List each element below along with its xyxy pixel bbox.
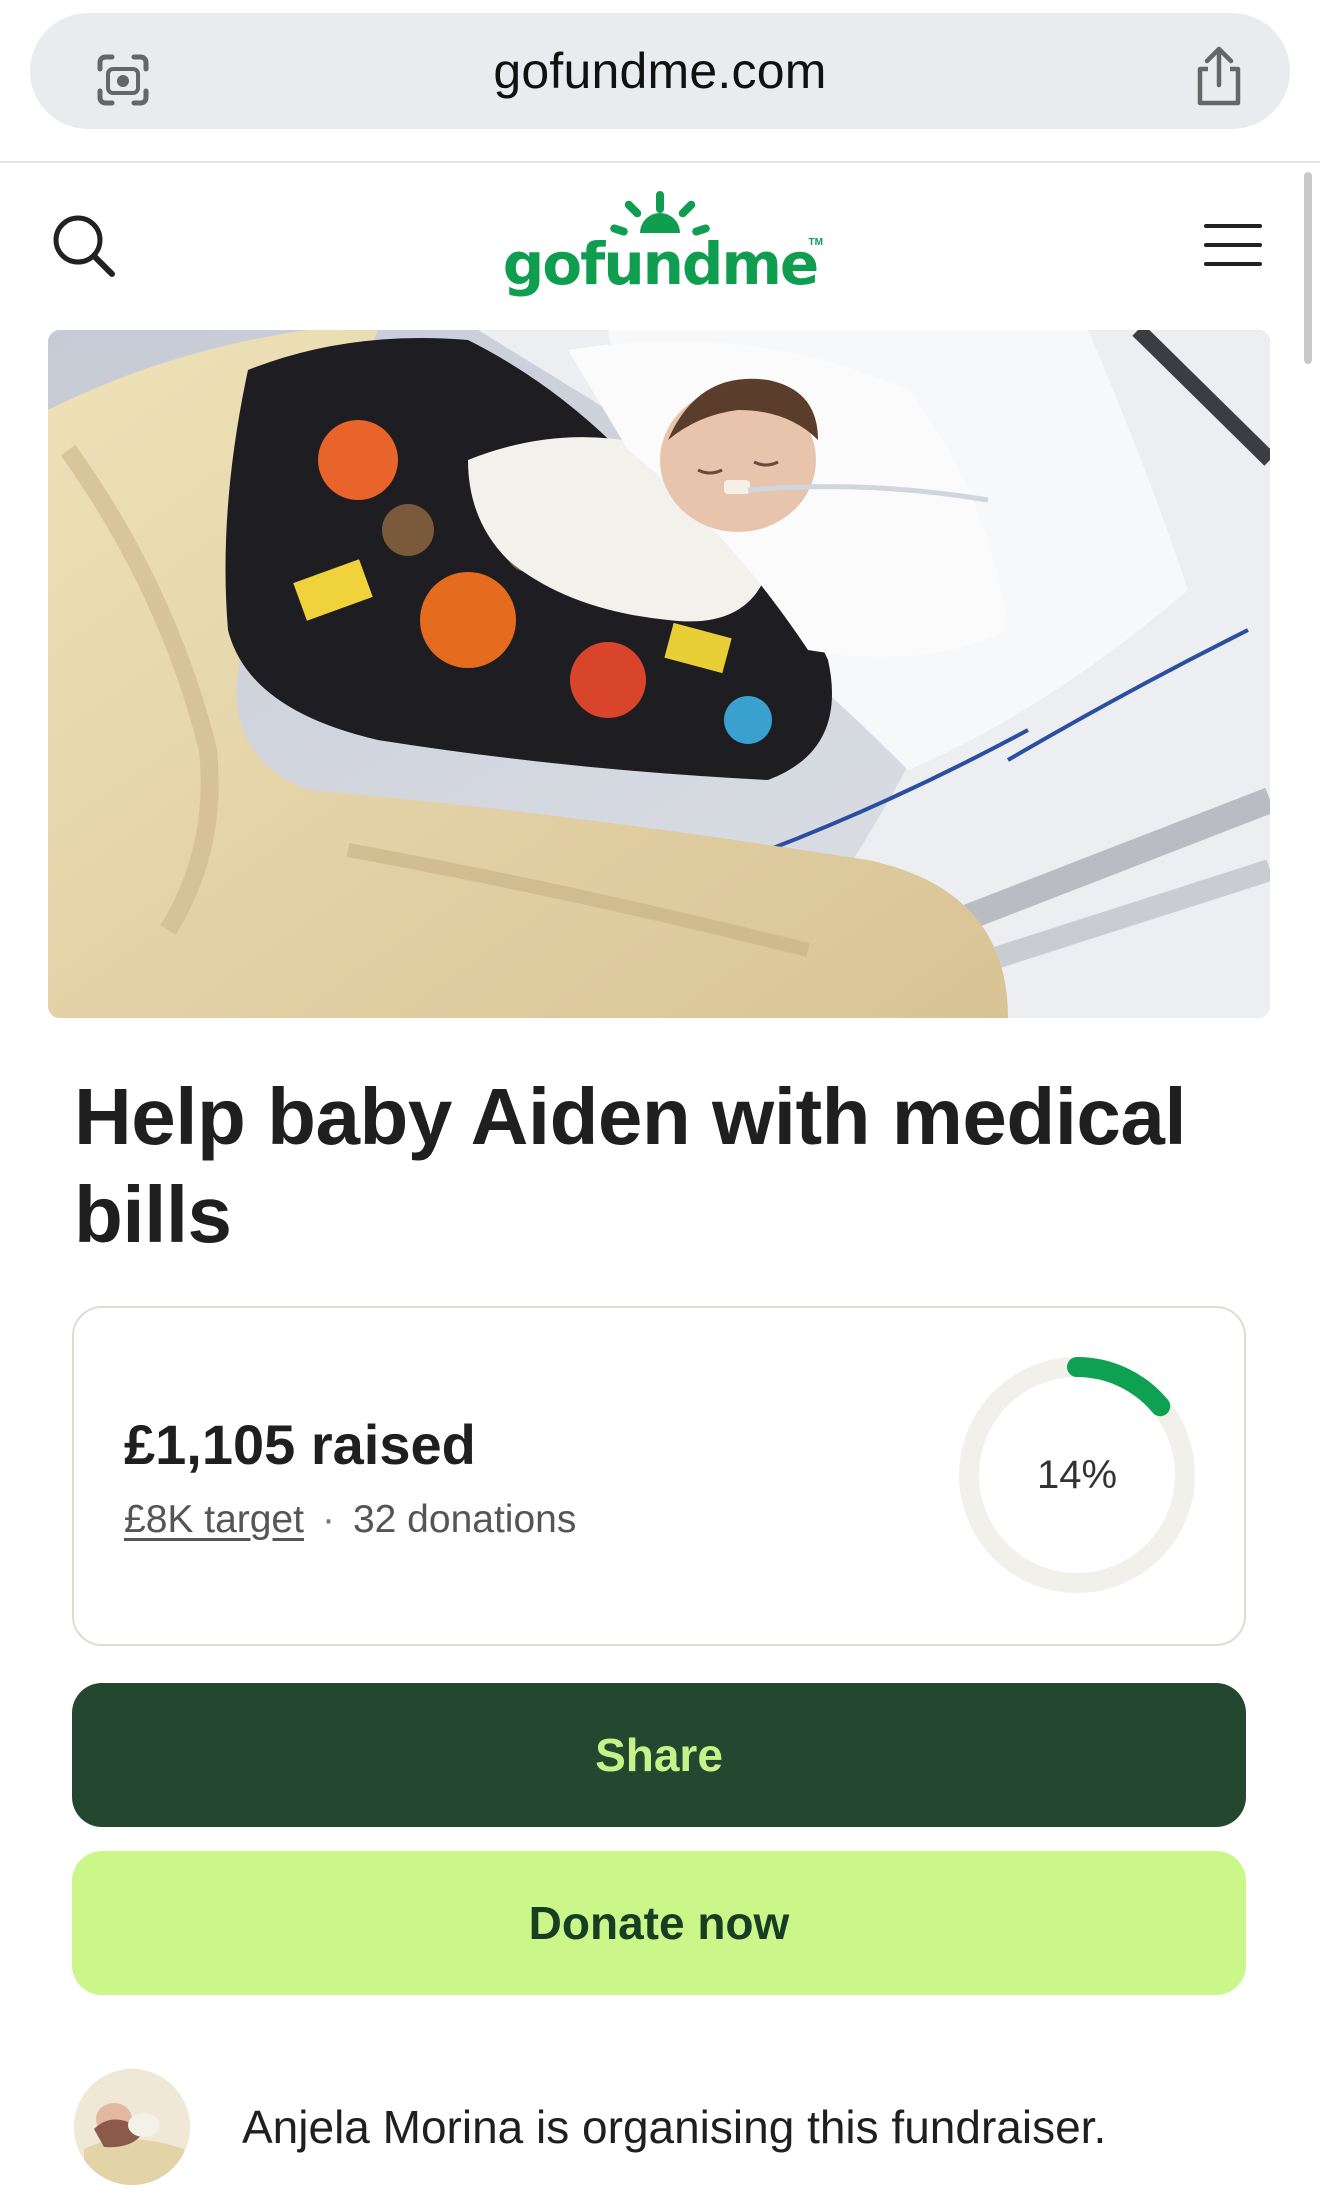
avatar-photo xyxy=(74,2069,190,2185)
share-button[interactable]: Share xyxy=(72,1683,1246,1827)
browser-address-bar: gofundme.com xyxy=(0,0,1320,163)
share-icon[interactable] xyxy=(1190,43,1248,109)
baby-photo-illustration xyxy=(48,330,1270,1018)
organiser-avatar[interactable] xyxy=(74,2069,190,2185)
donate-now-button[interactable]: Donate now xyxy=(72,1851,1246,1995)
target-link[interactable]: £8K target xyxy=(124,1498,304,1541)
hamburger-menu-icon[interactable] xyxy=(1204,222,1262,268)
donation-count: 32 donations xyxy=(352,1498,577,1541)
logo-trademark: TM xyxy=(808,237,823,248)
progress-percent: 14% xyxy=(1036,1453,1118,1497)
fundraiser-title: Help baby Aiden with medical bills xyxy=(74,1072,1187,1259)
meta-separator: · xyxy=(321,1498,335,1541)
fundraiser-meta: £8K target · 32 donations xyxy=(124,1498,576,1542)
logo-wordmark: gofundme xyxy=(502,230,819,298)
page-scrollbar[interactable] xyxy=(1304,172,1312,364)
fundraiser-photo[interactable] xyxy=(48,330,1270,1018)
gofundme-logo[interactable]: gofundme TM xyxy=(495,185,825,303)
amount-raised: £1,105 raised xyxy=(124,1413,476,1476)
url-field[interactable]: gofundme.com xyxy=(30,13,1290,129)
progress-card: £1,105 raised £8K target · 32 donations 14… xyxy=(72,1306,1246,1646)
url-text: gofundme.com xyxy=(493,43,827,99)
search-icon[interactable] xyxy=(48,210,120,282)
organiser-text: Anjela Morina is organising this fundrai… xyxy=(242,2101,1107,2153)
